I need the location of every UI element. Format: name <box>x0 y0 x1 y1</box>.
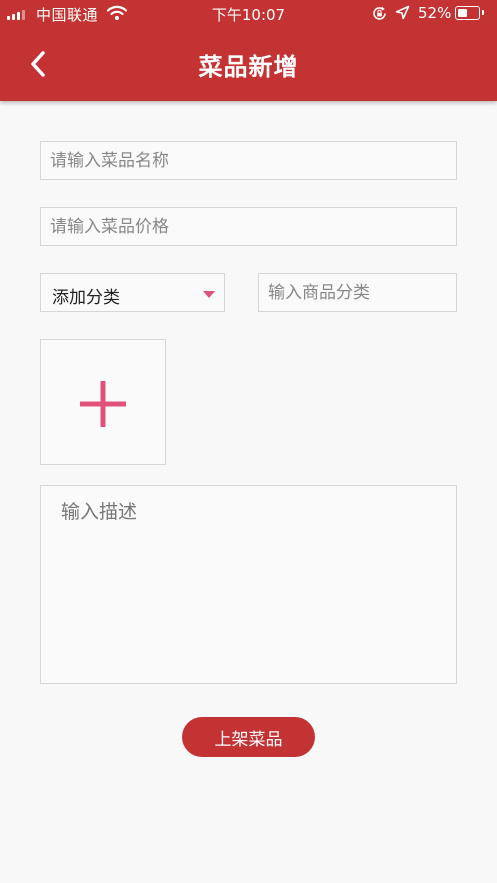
dish-name-input[interactable] <box>40 141 457 180</box>
dish-price-input[interactable] <box>40 207 457 246</box>
orientation-lock-icon <box>371 5 388 26</box>
caret-down-icon <box>203 291 215 298</box>
description-input[interactable] <box>40 485 457 684</box>
app-header: 中国联通 下午10:07 52% 菜品新增 <box>0 0 497 101</box>
battery-icon <box>455 6 484 20</box>
category-input[interactable] <box>258 273 457 312</box>
publish-dish-button[interactable]: 上架菜品 <box>182 717 315 757</box>
category-select-label: 添加分类 <box>52 288 120 308</box>
location-icon <box>395 5 410 24</box>
battery-fill <box>457 8 468 17</box>
battery-percent: 52% <box>418 4 452 22</box>
page-title: 菜品新增 <box>198 53 299 81</box>
image-upload-button[interactable] <box>40 339 166 465</box>
status-bar: 中国联通 下午10:07 52% <box>0 0 497 28</box>
plus-icon <box>80 381 126 427</box>
category-select[interactable]: 添加分类 <box>40 273 225 312</box>
